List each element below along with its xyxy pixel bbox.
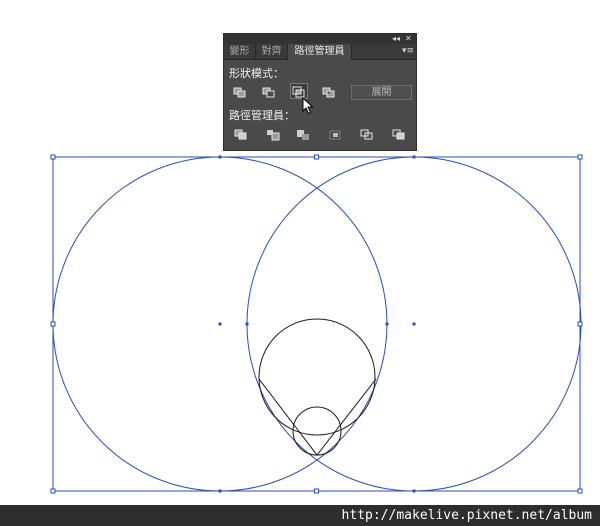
unite-icon (233, 87, 246, 98)
pathfinders-label: 路徑管理員： (229, 109, 295, 122)
exclude-button[interactable] (320, 84, 338, 100)
merge-button[interactable] (294, 126, 312, 142)
tab-align[interactable]: 對齊 (256, 44, 288, 59)
merge-icon (297, 130, 309, 140)
panel-title-bar[interactable]: ◂◂ ✕ (224, 34, 416, 44)
close-panel-icon[interactable]: ✕ (405, 34, 412, 44)
outline-icon (360, 129, 373, 140)
minus-front-icon (262, 87, 275, 98)
handle-bottom-center[interactable] (314, 488, 319, 494)
tab-pathfinder[interactable]: 路徑管理員 (288, 44, 352, 60)
handle-bottom-left[interactable] (50, 488, 56, 494)
watermark-text: http://makelive.pixnet.net/album (341, 508, 592, 523)
tab-transform[interactable]: 變形 (224, 44, 256, 59)
shape-modes-label: 形狀模式： (229, 67, 284, 80)
handle-bottom-right[interactable] (577, 488, 583, 494)
anchor-points (218, 155, 416, 493)
pathfinder-panel: ◂◂ ✕ 變形 對齊 路徑管理員 ▾≡ 形狀模式： 展開 路徑管理員： (223, 33, 417, 151)
unite-button[interactable] (231, 84, 249, 100)
trim-icon (267, 130, 280, 141)
panel-tabs: 變形 對齊 路徑管理員 ▾≡ (224, 44, 416, 60)
exclude-icon (322, 87, 335, 98)
handle-middle-right[interactable] (577, 321, 583, 327)
selection-handles (50, 154, 583, 494)
watermark-bar: http://makelive.pixnet.net/album (0, 505, 600, 526)
selection-bounding-box (52, 156, 581, 492)
panel-menu-icon[interactable]: ▾≡ (402, 44, 414, 59)
handle-top-left[interactable] (50, 154, 56, 160)
divide-button[interactable] (232, 126, 250, 142)
handle-middle-left[interactable] (50, 321, 56, 327)
mouse-cursor-icon (302, 97, 314, 115)
expand-button[interactable]: 展開 (351, 85, 412, 100)
crop-icon (329, 130, 341, 140)
outline-button[interactable] (358, 126, 376, 142)
minus-back-button[interactable] (390, 126, 408, 142)
divide-icon (234, 129, 247, 140)
handle-top-right[interactable] (577, 154, 583, 160)
small-circle[interactable] (292, 406, 342, 456)
handle-top-center[interactable] (314, 154, 319, 160)
crop-button[interactable] (326, 126, 344, 142)
minus-front-button[interactable] (260, 84, 278, 100)
minus-back-icon (392, 129, 405, 140)
middle-circle[interactable] (258, 318, 376, 436)
trim-button[interactable] (264, 126, 282, 142)
collapse-panel-icon[interactable]: ◂◂ (392, 34, 400, 44)
